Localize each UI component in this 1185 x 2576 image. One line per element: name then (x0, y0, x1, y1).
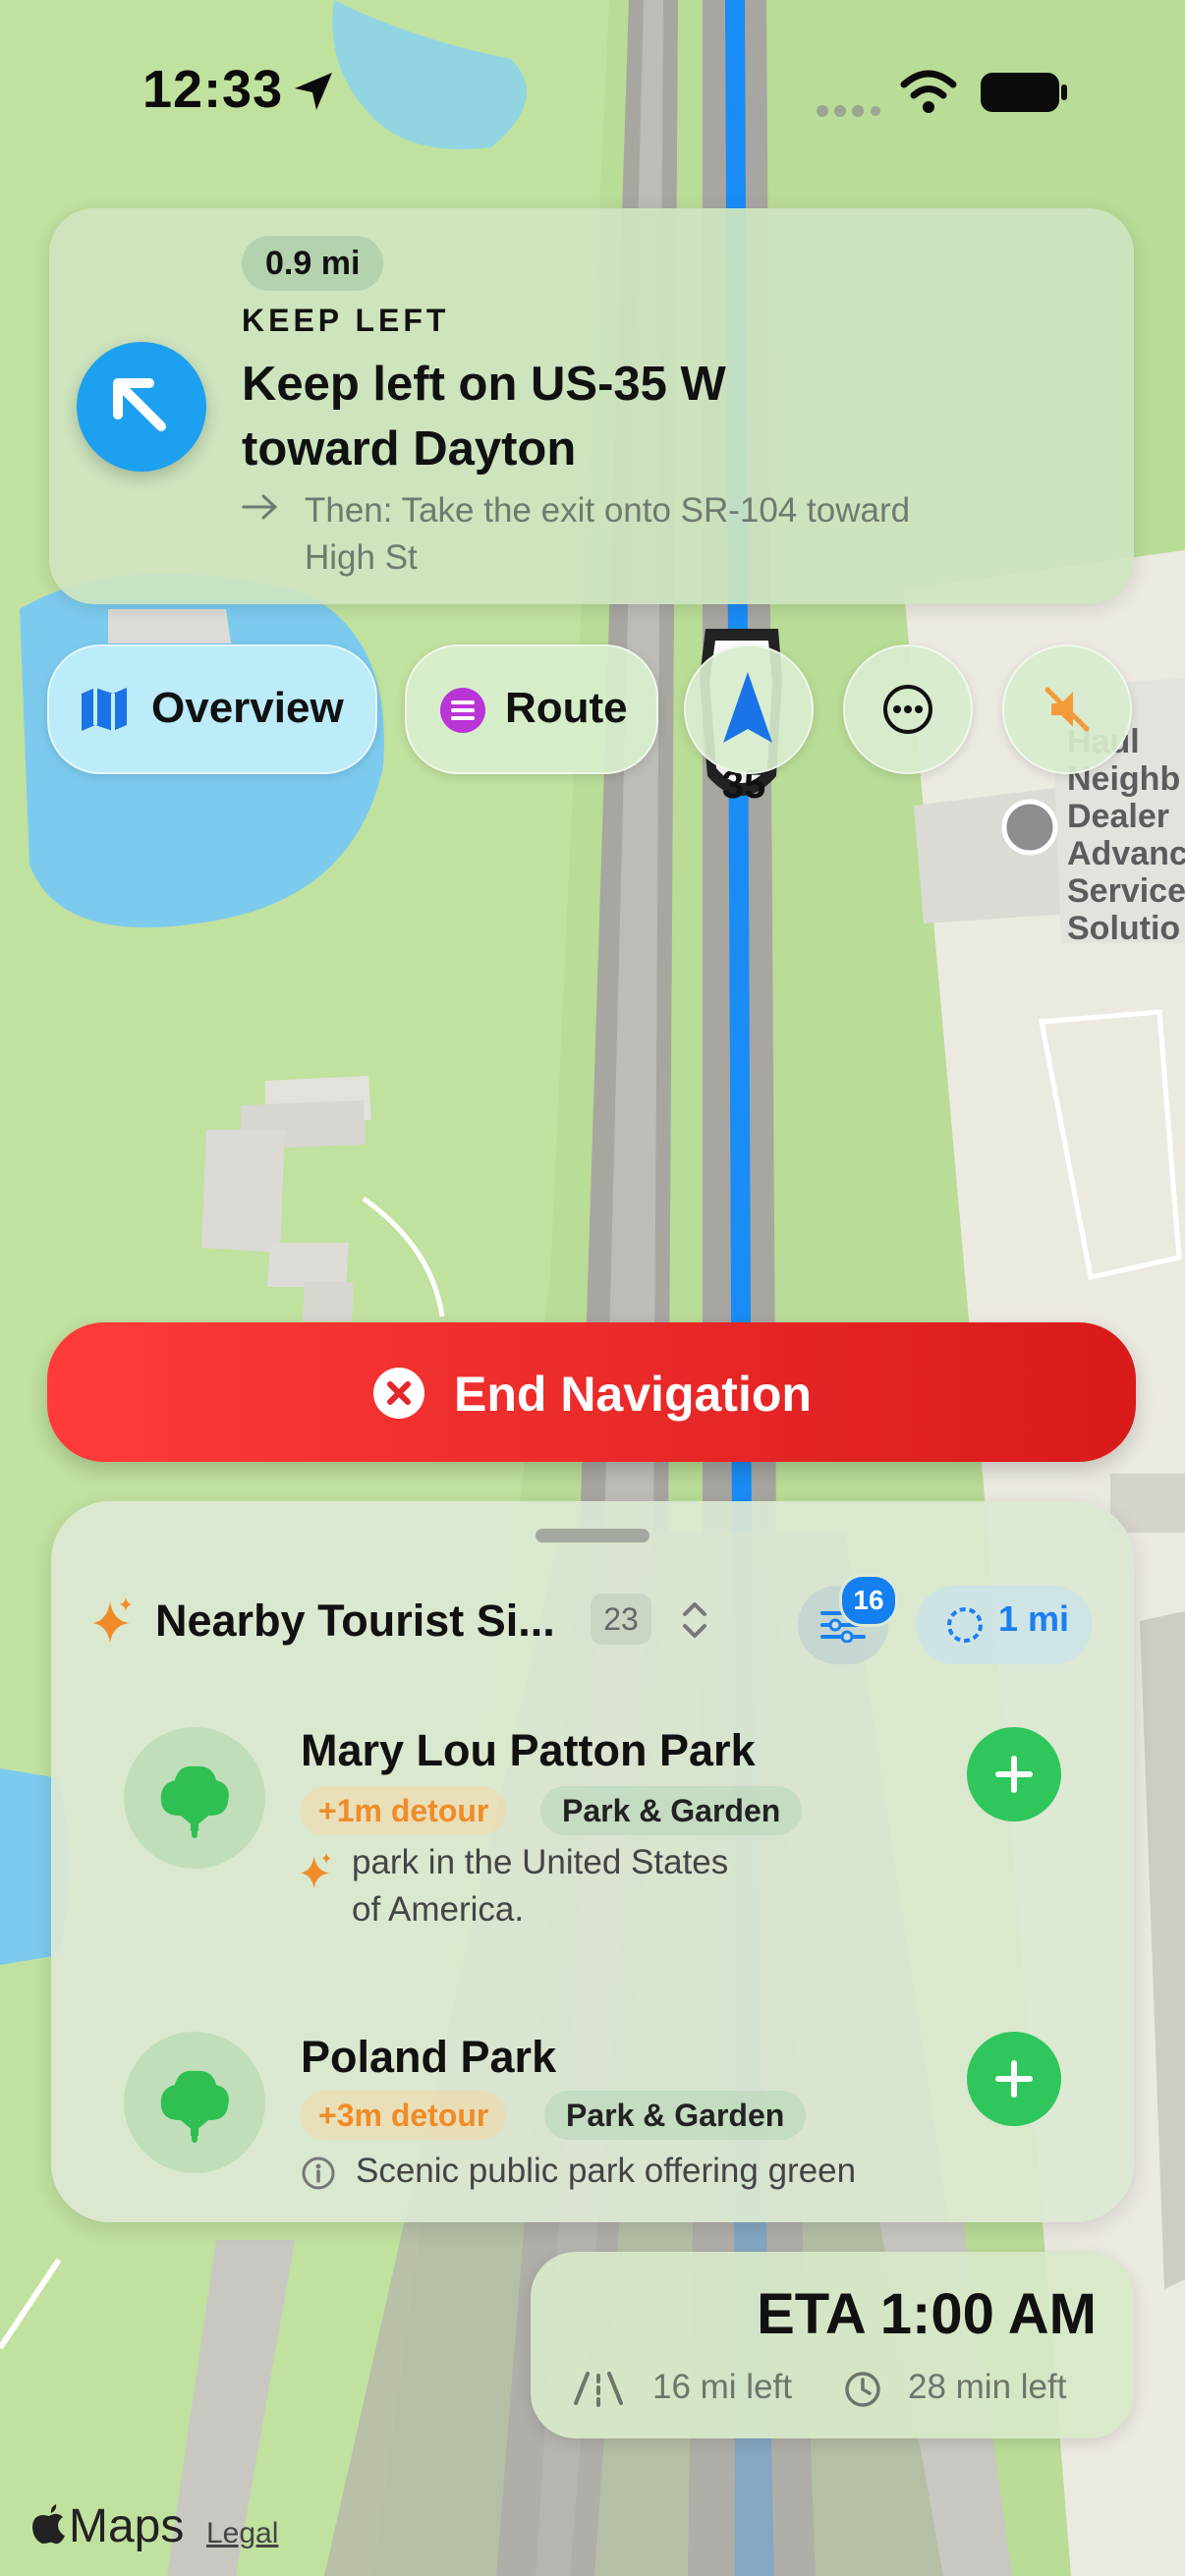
mute-button[interactable] (1002, 644, 1132, 774)
list-icon (440, 688, 485, 733)
next-maneuver: Then: Take the exit onto SR-104 toward H… (242, 487, 1047, 582)
poi-description: park in the United States of America. (352, 1839, 902, 1933)
info-icon (302, 2156, 335, 2190)
poi-description: Scenic public park offering green (356, 2152, 857, 2190)
category-chip: Park & Garden (540, 1786, 803, 1835)
category-chip: Park & Garden (544, 2091, 807, 2140)
tree-icon (160, 1765, 229, 1838)
close-icon (373, 1368, 424, 1419)
sheet-grabber[interactable] (536, 1529, 649, 1542)
wifi-icon (900, 70, 957, 113)
next-maneuver-text: High St (305, 538, 418, 577)
maps-logo: Maps (29, 2499, 184, 2553)
mute-icon (1044, 687, 1090, 732)
overview-label: Overview (151, 684, 344, 732)
car-dealer-marker[interactable] (1001, 799, 1058, 856)
detour-chip: +1m detour (301, 1786, 507, 1835)
sparkle-icon (92, 1597, 132, 1643)
route-label: Route (505, 684, 628, 732)
instruction-line: Keep left on US-35 W (242, 358, 726, 411)
apple-icon (32, 2504, 65, 2545)
time-left: 28 min left (908, 2368, 1067, 2406)
description-line: of America. (352, 1890, 525, 1929)
more-icon (883, 685, 932, 734)
poi-name: Poland Park (301, 2032, 557, 2082)
poi-icon (124, 1727, 265, 1869)
status-time: 12:33 (142, 60, 284, 119)
compass-icon (723, 672, 772, 743)
clock-icon (845, 2372, 880, 2407)
end-navigation-label: End Navigation (454, 1367, 812, 1422)
business-label-line: Dealer (1067, 798, 1169, 835)
turn-arrow-icon (77, 342, 206, 472)
arrow-right-icon (242, 487, 305, 534)
location-arrow-icon (295, 73, 332, 110)
poi-icon (124, 2032, 265, 2173)
plus-icon (995, 1756, 1033, 1793)
maneuver-distance: 0.9 mi (242, 236, 384, 291)
more-button[interactable] (843, 644, 973, 774)
result-count: 23 (591, 1594, 651, 1645)
distance-left: 16 mi left (652, 2368, 792, 2406)
battery-icon (981, 73, 1059, 112)
eta-title: ETA 1:00 AM (757, 2282, 1097, 2346)
business-label-line: Service (1067, 872, 1185, 910)
poi-name: Mary Lou Patton Park (301, 1725, 756, 1775)
map-icon (82, 688, 127, 731)
sparkle-icon (300, 1853, 331, 1888)
filter-count-badge: 16 (839, 1574, 898, 1627)
route-button[interactable]: Route (405, 644, 658, 774)
maneuver-type: KEEP LEFT (242, 303, 450, 338)
add-stop-button[interactable] (967, 2032, 1061, 2126)
signal-dots-icon (817, 105, 880, 117)
description-line: park in the United States (352, 1843, 729, 1881)
radius-label: 1 mi (998, 1598, 1070, 1639)
road-icon (574, 2372, 623, 2407)
compass-button[interactable] (684, 644, 814, 774)
legal-link[interactable]: Legal (206, 2517, 278, 2550)
tree-icon (160, 2070, 229, 2143)
radius-icon (947, 1607, 983, 1643)
detour-chip: +3m detour (301, 2091, 507, 2140)
business-label-line: Solutio (1067, 910, 1180, 947)
add-stop-button[interactable] (967, 1727, 1061, 1821)
battery-cap (1061, 84, 1067, 100)
chevron-updown-icon[interactable] (680, 1597, 709, 1643)
next-maneuver-text: Then: Take the exit onto SR-104 toward (305, 491, 911, 530)
sheet-title[interactable]: Nearby Tourist Si... (155, 1596, 555, 1647)
business-label-line: Advanc (1067, 835, 1185, 872)
maps-brand: Maps (69, 2500, 185, 2552)
maneuver-instruction: Keep left on US-35 W toward Dayton (242, 352, 930, 481)
overview-button[interactable]: Overview (47, 644, 377, 774)
instruction-line: toward Dayton (242, 422, 577, 476)
plus-icon (995, 2060, 1033, 2098)
